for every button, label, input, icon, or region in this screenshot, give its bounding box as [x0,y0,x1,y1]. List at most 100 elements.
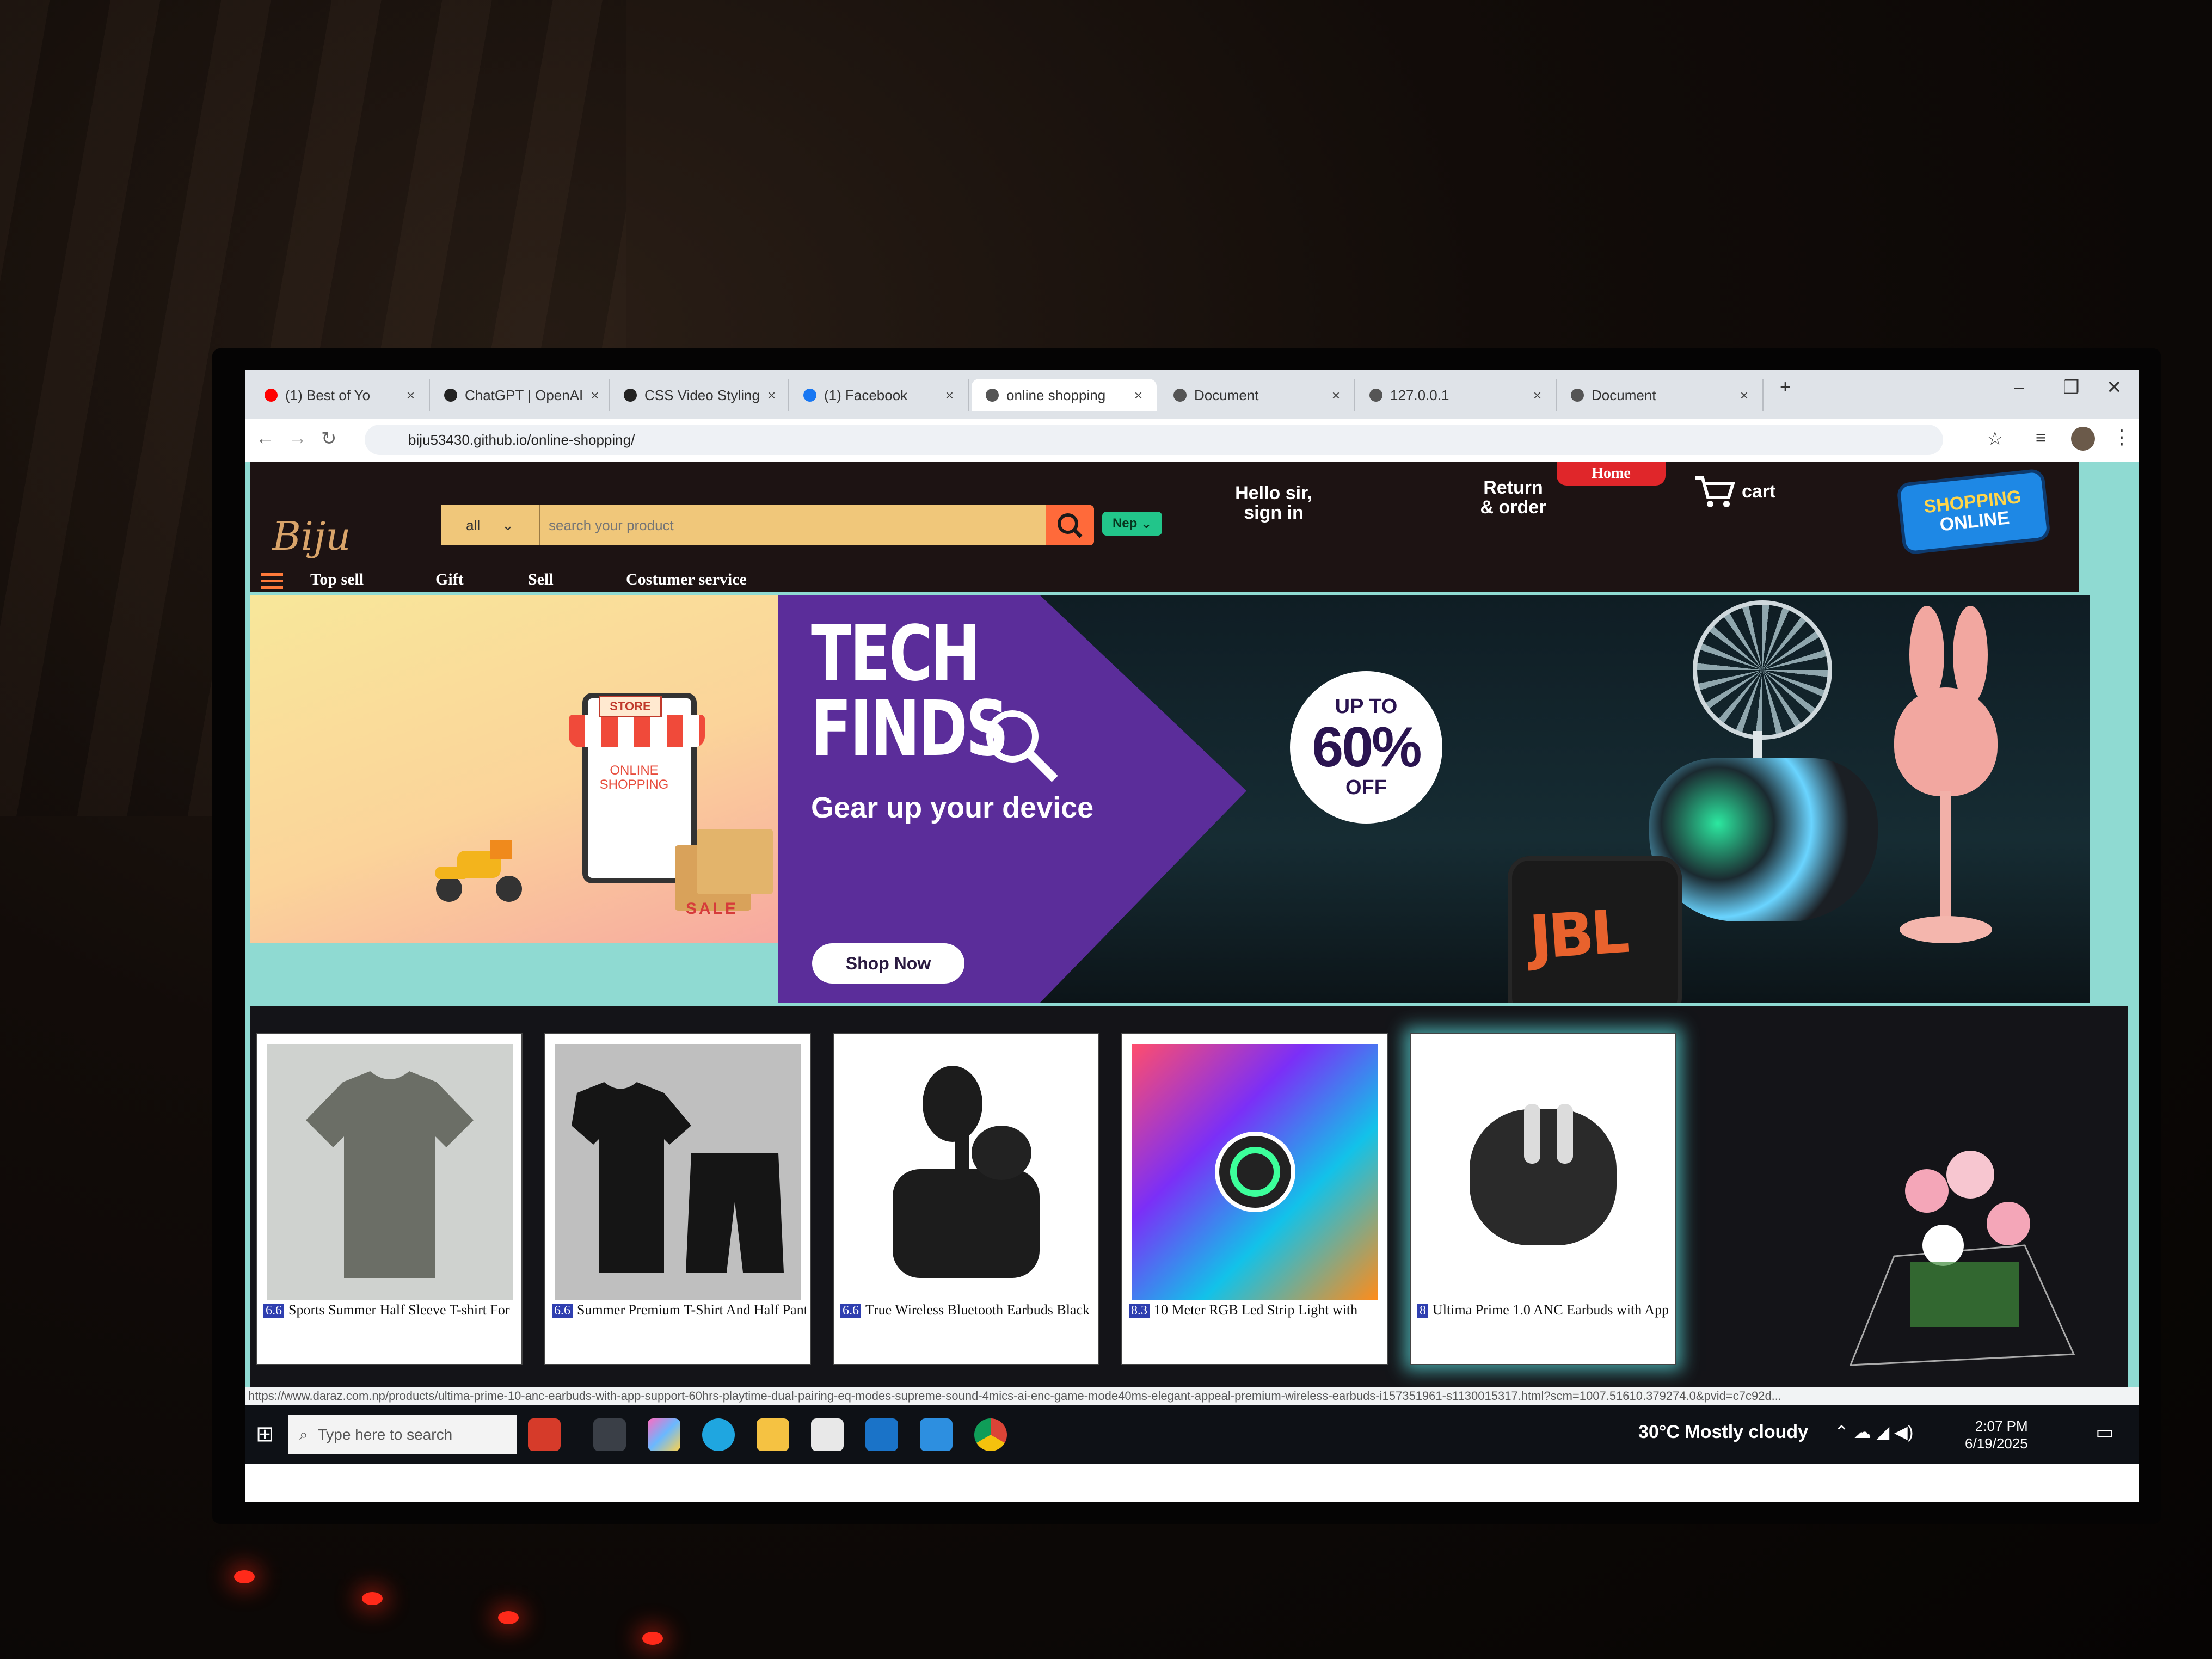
close-icon[interactable]: × [1533,387,1541,404]
product-card[interactable]: 8.3 10 Meter RGB Led Strip Light with [1121,1033,1388,1365]
discount-badge: UP TO 60% OFF [1290,671,1442,824]
tab-document[interactable]: Document × [1159,379,1355,411]
close-icon[interactable]: × [945,387,954,404]
clock-time: 2:07 PM [1975,1418,2028,1434]
tab-facebook[interactable]: (1) Facebook × [789,379,969,411]
windows-start-icon[interactable]: ⊞ [256,1422,274,1447]
vscode-icon[interactable] [920,1418,953,1451]
orders-text: & order [1480,497,1546,518]
globe-icon [986,389,999,402]
language-value: Nep [1112,516,1138,531]
url-field[interactable]: biju53430.github.io/online-shopping/ [365,425,1943,455]
shop-now-button[interactable]: Shop Now [812,943,964,984]
store-sign: STORE [599,696,662,717]
close-icon[interactable]: × [767,387,776,404]
close-icon[interactable]: × [1740,387,1748,404]
search-input[interactable] [540,505,1046,545]
windows-taskbar: ⊞ ⌕ Type here to search 30°C Mostly clou… [245,1405,2139,1464]
subheadline: Gear up your device [811,791,1094,824]
chrome-icon[interactable] [974,1418,1007,1451]
tab-label: online shopping [1006,386,1106,403]
sign-in-link[interactable]: Hello sir, sign in [1208,483,1339,523]
media-control-icon[interactable]: ≡ [2036,428,2046,448]
notification-icon[interactable]: ▭ [2096,1421,2114,1443]
cart-label: cart [1742,481,1776,502]
taskbar-search-box[interactable]: ⌕ Type here to search [288,1415,517,1454]
tech-finds-banner[interactable]: TECH FINDS Gear up your device Shop Now … [778,595,2090,1003]
bunny-base [1900,916,1992,943]
product-image [267,1044,513,1300]
site-header: Biju all ⌄ Nep ⌄ Hello s [250,462,2079,592]
chevron-down-icon: ⌄ [1137,516,1152,531]
product-card[interactable]: 6.6 Summer Premium T-Shirt And Half Pant [544,1033,811,1365]
product-card[interactable]: 6.6 Sports Summer Half Sleeve T-shirt For [256,1033,523,1365]
product-card[interactable]: 6.6 True Wireless Bluetooth Earbuds Black [833,1033,1099,1365]
bookmark-star-icon[interactable]: ☆ [1987,428,2003,450]
minimize-icon[interactable]: – [2014,377,2024,398]
game-controller-image [1649,758,1878,921]
taskbar-clock[interactable]: 2:07 PM 6/19/2025 [1965,1417,2028,1452]
news-widget-icon[interactable] [528,1418,561,1451]
search-bar: all ⌄ [441,505,1094,545]
product-caption: 8.3 10 Meter RGB Led Strip Light with [1129,1302,1382,1318]
tab-online-shopping[interactable]: online shopping × [972,379,1157,411]
headline-line-2: FINDS [811,685,1009,773]
online-store-banner[interactable]: STORE ONLINE SHOPPING SALE [250,595,778,943]
cart-link[interactable]: cart [1693,472,1775,511]
reload-icon[interactable]: ↻ [321,428,337,450]
menu-gift[interactable]: Gift [435,570,464,589]
edge-icon[interactable] [702,1418,735,1451]
magnifier-icon [986,710,1058,782]
forward-icon[interactable]: → [288,428,307,449]
more-menu-icon[interactable]: ⋮ [2112,426,2131,448]
taskbar-search-placeholder: Type here to search [317,1426,453,1443]
discount-label-bottom: OFF [1345,776,1387,799]
restore-icon[interactable]: ❐ [2063,377,2079,398]
site-logo[interactable]: Biju [272,513,351,559]
tab-css-video[interactable]: CSS Video Styling × [610,379,789,411]
store-icon[interactable] [811,1418,844,1451]
close-icon[interactable]: × [1332,387,1340,404]
returns-orders-link[interactable]: Return & order [1448,478,1578,517]
sale-text: SALE [686,900,739,918]
task-view-icon[interactable] [593,1418,626,1451]
language-select[interactable]: Nep ⌄ [1102,512,1162,536]
category-select[interactable]: all ⌄ [441,505,540,545]
returns-text: Return [1483,477,1543,498]
menu-top-sell[interactable]: Top sell [310,570,364,589]
profile-avatar[interactable] [2071,427,2095,451]
tab-label: Document [1592,386,1656,403]
close-icon[interactable]: × [591,387,599,404]
tab-document-2[interactable]: Document × [1557,379,1764,411]
outlook-icon[interactable] [865,1418,898,1451]
copilot-icon[interactable] [648,1418,680,1451]
headline-line-1: TECH [811,610,980,698]
tab-localhost[interactable]: 127.0.0.1 × [1355,379,1557,411]
back-icon[interactable]: ← [256,428,274,449]
close-icon[interactable]: × [1134,387,1142,404]
desk-fan-image [1693,600,1832,740]
parcel-boxes [697,829,773,894]
product-title: Ultima Prime 1.0 ANC Earbuds with App [1433,1302,1669,1318]
category-value: all [466,517,481,533]
tab-label: 127.0.0.1 [1390,386,1449,403]
product-image [1132,1044,1378,1300]
product-title: 10 Meter RGB Led Strip Light with [1154,1302,1358,1318]
file-explorer-icon[interactable] [757,1418,789,1451]
online-shopping-text: ONLINE SHOPPING [599,763,669,792]
product-card[interactable]: 8 Ultima Prime 1.0 ANC Earbuds with App [1410,1033,1676,1365]
search-button[interactable] [1046,505,1094,545]
close-icon[interactable]: × [407,387,415,404]
scooter-icon [435,840,522,902]
url-text: biju53430.github.io/online-shopping/ [408,431,635,448]
new-tab-button[interactable]: + [1780,377,1791,398]
product-caption: 6.6 True Wireless Bluetooth Earbuds Black [840,1302,1094,1318]
menu-customer-service[interactable]: Costumer service [626,570,747,589]
weather-widget[interactable]: 30°C Mostly cloudy [1638,1422,1808,1443]
hamburger-menu-icon[interactable] [261,573,283,589]
menu-sell[interactable]: Sell [528,570,554,589]
tab-chatgpt[interactable]: ChatGPT | OpenAI × [430,379,610,411]
system-tray-icons[interactable]: ⌃ ☁ ◢ ◀) [1834,1422,1913,1442]
close-window-icon[interactable]: ✕ [2106,377,2122,398]
tab-youtube[interactable]: (1) Best of Yo × [250,379,430,411]
